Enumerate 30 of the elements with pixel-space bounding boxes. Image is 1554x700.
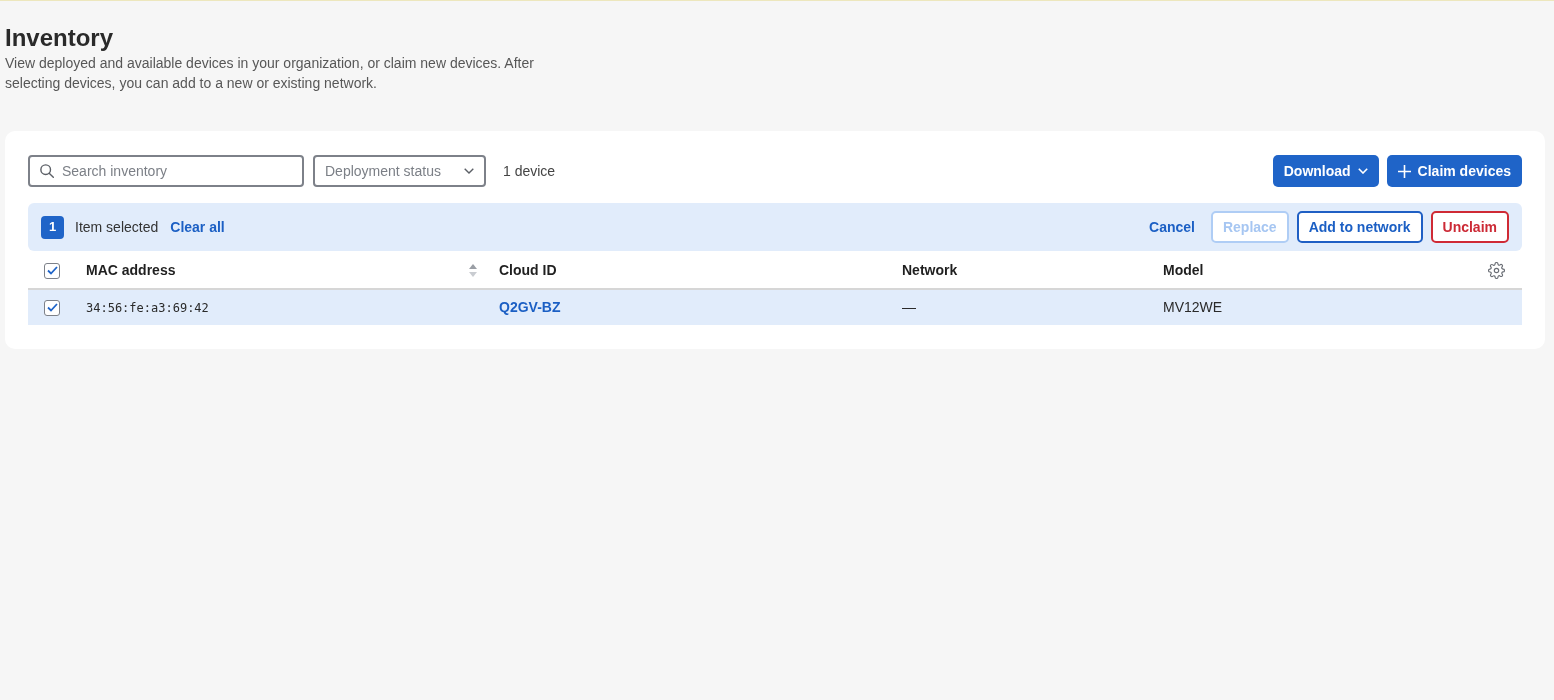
table-cell-text: MV12WE — [1163, 298, 1223, 317]
device-count: 1 device — [503, 161, 556, 181]
chevron-down-icon — [464, 168, 474, 174]
page-description: View deployed and available devices in your organization, or claim new devices. After selecting devices, you can add to a new or existing network. — [5, 54, 535, 93]
clear-all-link[interactable]: Clear all — [170, 216, 225, 238]
cancel-link[interactable]: Cancel — [1141, 211, 1203, 243]
plus-icon — [1397, 164, 1411, 178]
cloud-id-link[interactable]: Q2GV-BZ — [499, 297, 561, 318]
page-title: Inventory — [5, 23, 114, 53]
column-header: Model — [1163, 261, 1204, 280]
download-button[interactable]: Download — [1272, 155, 1379, 187]
settings-icon[interactable] — [1488, 262, 1505, 279]
search-field[interactable]: Search inventory — [28, 155, 304, 187]
search-icon — [40, 164, 54, 178]
mac-address-cell-text: 34:56:fe:a3:69:42 — [86, 299, 209, 317]
chevron-down-icon — [1357, 168, 1368, 174]
selection-label: Item selected — [75, 217, 159, 237]
checked-checkbox[interactable] — [44, 299, 60, 316]
unclaim-button[interactable]: Unclaim — [1430, 211, 1509, 243]
table-cell-text: — — [902, 298, 916, 317]
column-header: Cloud ID — [499, 261, 557, 280]
add-to-network-button[interactable]: Add to network — [1296, 211, 1423, 243]
claim-devices-button[interactable]: Claim devices — [1386, 155, 1522, 187]
column-header: Network — [902, 261, 958, 280]
selected-count-badge: 1 — [41, 215, 64, 239]
deployment-status-dropdown[interactable]: Deployment status — [313, 155, 486, 187]
column-header[interactable]: MAC address — [86, 260, 176, 281]
checked-checkbox[interactable] — [44, 262, 60, 279]
table-row[interactable]: 34:56:fe:a3:69:42 Q2GV-BZ — MV12WE — [28, 290, 1522, 325]
sort-icon[interactable] — [469, 264, 477, 277]
